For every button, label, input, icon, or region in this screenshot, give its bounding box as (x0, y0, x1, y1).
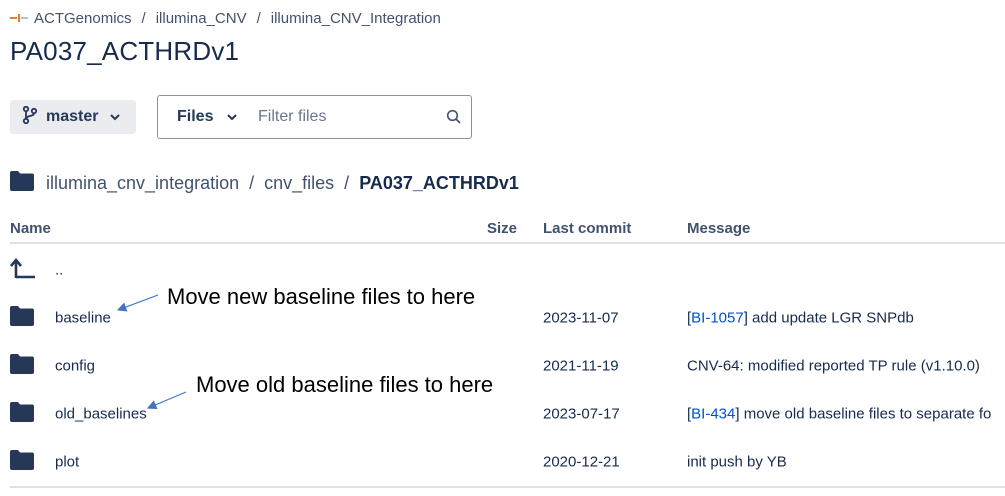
arrow-old-baseline (146, 391, 187, 410)
annotation-arrows (116, 294, 187, 410)
arrow-new-baseline (116, 294, 159, 312)
